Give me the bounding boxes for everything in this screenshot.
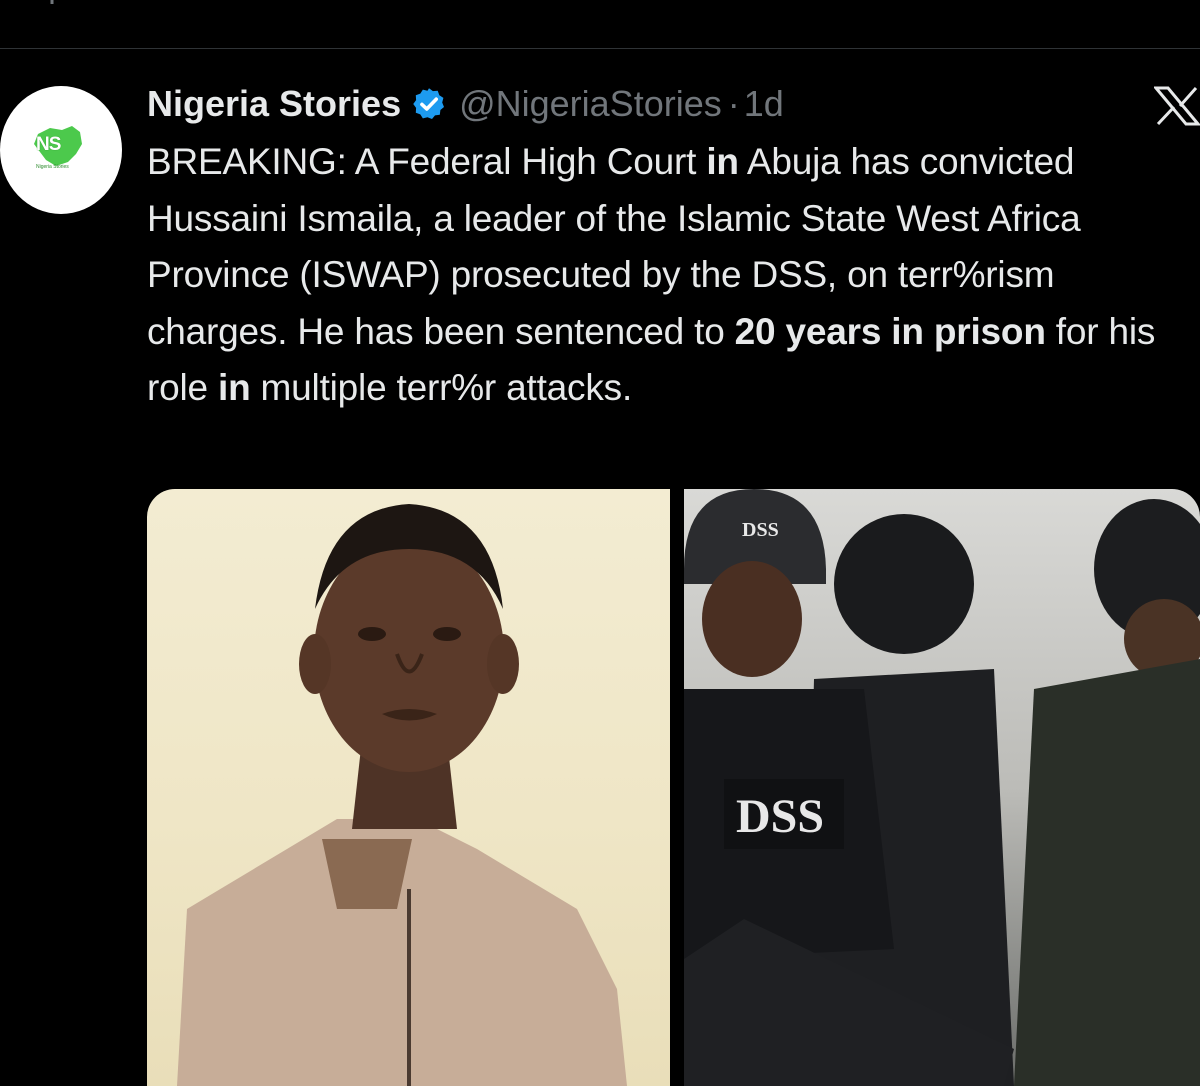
tweet-header: Nigeria Stories @NigeriaStories · 1d xyxy=(147,82,784,126)
avatar-logo-text: NS xyxy=(36,134,61,155)
author-handle[interactable]: @NigeriaStories xyxy=(459,83,722,125)
x-logo-icon[interactable] xyxy=(1154,86,1200,126)
avatar-logo-subtext: Nigeria Stories xyxy=(36,164,69,170)
views-icon[interactable] xyxy=(818,0,848,10)
tweet-text-bold-segment: in xyxy=(706,141,739,182)
portrait-photo[interactable] xyxy=(147,489,670,1086)
author-display-name[interactable]: Nigeria Stories xyxy=(147,83,401,125)
bookmark-icon[interactable] xyxy=(1040,0,1070,10)
tweet-text: BREAKING: A Federal High Court in Abuja … xyxy=(147,134,1200,417)
share-icon[interactable] xyxy=(1160,0,1190,10)
header-separator: · xyxy=(727,83,740,124)
reply-icon[interactable] xyxy=(26,0,56,10)
avatar[interactable]: NS Nigeria Stories xyxy=(0,86,122,214)
tweet-text-bold-segment: in xyxy=(217,367,251,408)
tweet-text-segment: multiple terr%r attacks. xyxy=(250,367,633,408)
previous-tweet-action-bar xyxy=(0,0,1200,49)
retweet-icon[interactable] xyxy=(370,0,400,10)
tweet-text-segment: BREAKING: A Federal High Court xyxy=(147,141,707,182)
tweet-media-grid[interactable]: DSS DSS xyxy=(147,489,1200,1086)
tweet-timestamp[interactable]: 1d xyxy=(744,83,784,125)
helmet-label: DSS xyxy=(742,519,779,541)
tweet-text-bold-segment: 20 years in prison xyxy=(734,310,1046,352)
verified-badge-icon[interactable] xyxy=(411,86,447,122)
dss-officers-photo[interactable]: DSS DSS xyxy=(684,489,1200,1086)
vest-label: DSS xyxy=(736,790,825,843)
